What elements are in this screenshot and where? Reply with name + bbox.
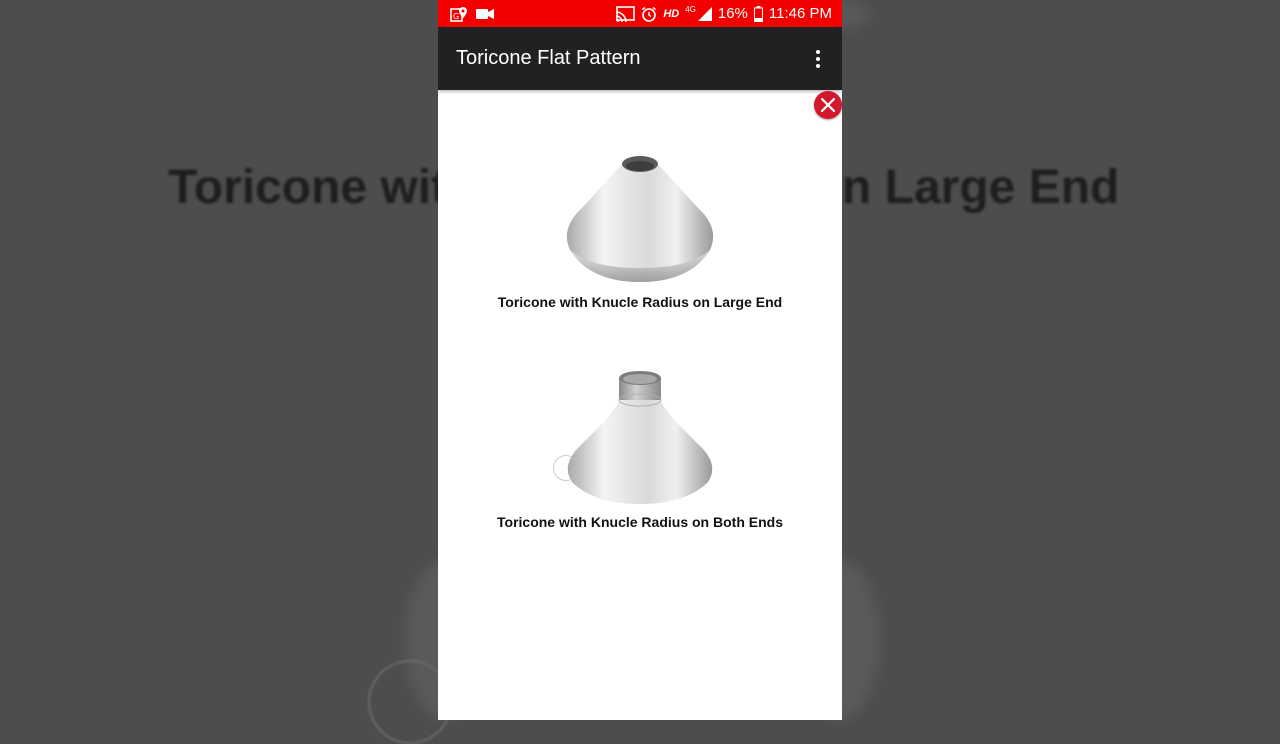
svg-text:G: G	[453, 12, 459, 21]
battery-icon	[753, 5, 763, 22]
toricone-large-end-image	[566, 156, 714, 282]
app-title: Toricone Flat Pattern	[456, 47, 641, 69]
signal-icon	[697, 6, 712, 21]
hd-indicator: HD	[663, 7, 680, 20]
more-vert-icon-dot	[816, 63, 820, 68]
alarm-clock-icon	[641, 6, 657, 22]
video-camera-icon	[476, 8, 494, 20]
close-button[interactable]	[814, 91, 842, 119]
overflow-menu-button[interactable]	[808, 39, 828, 79]
option-large-end[interactable]: Toricone with Knucle Radius on Large End	[438, 150, 842, 310]
more-vert-icon	[816, 49, 820, 54]
background-title-left: Toricone wit	[168, 161, 448, 214]
touch-indicator	[553, 455, 579, 481]
cast-icon	[615, 5, 636, 22]
background-title-right: n Large End	[842, 161, 1120, 214]
status-bar: G HD 4G 16% 11:46 PM	[438, 0, 842, 27]
option-both-ends[interactable]: Toricone with Knucle Radius on Both Ends	[438, 370, 842, 530]
phone-screen: G HD 4G 16% 11:46 PM Toricone Flat Patte…	[438, 0, 842, 720]
network-type: 4G	[685, 5, 696, 14]
toricone-both-ends-image	[567, 371, 713, 504]
option-label: Toricone with Knucle Radius on Large End	[497, 294, 783, 310]
option-label: Toricone with Knucle Radius on Both Ends	[497, 514, 783, 530]
clock: 11:46 PM	[768, 5, 832, 22]
app-bar: Toricone Flat Pattern	[438, 27, 842, 90]
close-icon	[821, 98, 835, 112]
battery-percent: 16%	[717, 5, 748, 22]
map-pin-icon: G	[450, 6, 468, 22]
more-vert-icon-dot	[816, 56, 820, 61]
